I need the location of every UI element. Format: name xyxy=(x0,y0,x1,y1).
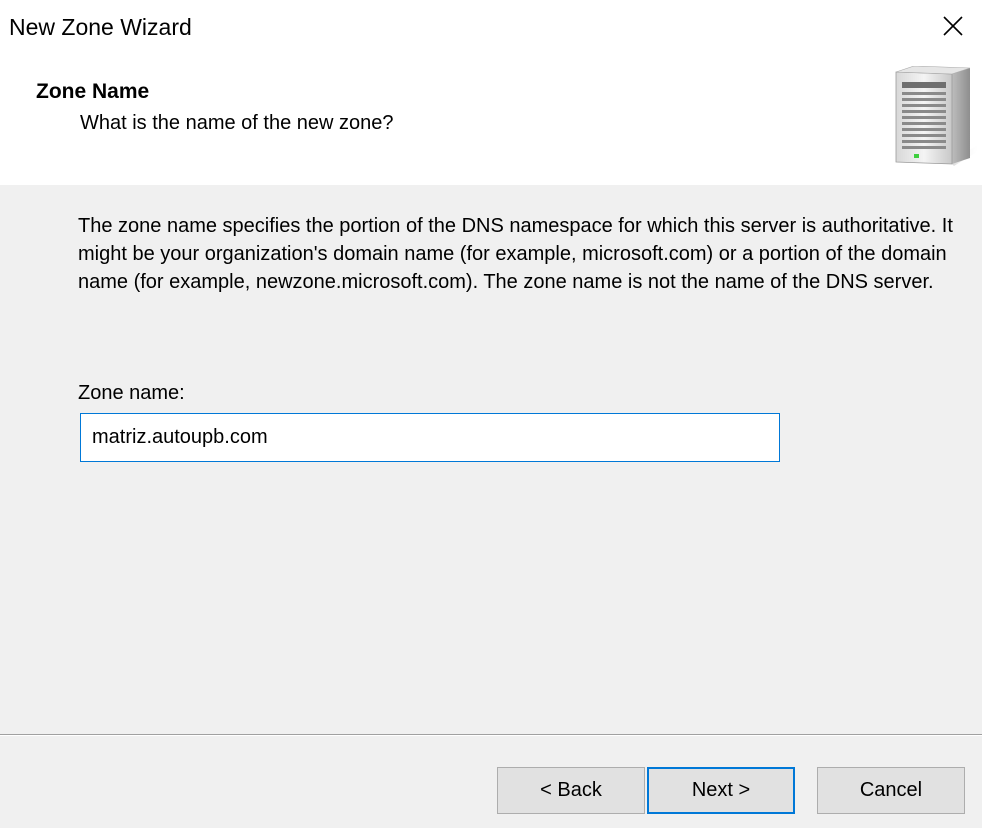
close-button[interactable] xyxy=(924,0,982,52)
cancel-button[interactable]: Cancel xyxy=(817,767,965,814)
page-subtitle: What is the name of the new zone? xyxy=(80,112,394,134)
zone-name-input[interactable] xyxy=(80,413,780,462)
zone-name-label: Zone name: xyxy=(78,382,185,404)
server-icon xyxy=(895,66,980,166)
wizard-header: Zone Name What is the name of the new zo… xyxy=(0,56,982,184)
next-button[interactable]: Next > xyxy=(647,767,795,814)
wizard-window: New Zone Wizard Zone Name What is the na… xyxy=(0,0,982,828)
title-bar: New Zone Wizard xyxy=(0,0,982,56)
header-divider xyxy=(0,183,982,185)
back-button[interactable]: < Back xyxy=(497,767,645,814)
page-title: Zone Name xyxy=(36,80,150,103)
zone-description: The zone name specifies the portion of t… xyxy=(78,215,953,293)
close-icon xyxy=(943,16,963,36)
window-title: New Zone Wizard xyxy=(9,14,192,40)
footer-divider-highlight xyxy=(0,735,982,736)
